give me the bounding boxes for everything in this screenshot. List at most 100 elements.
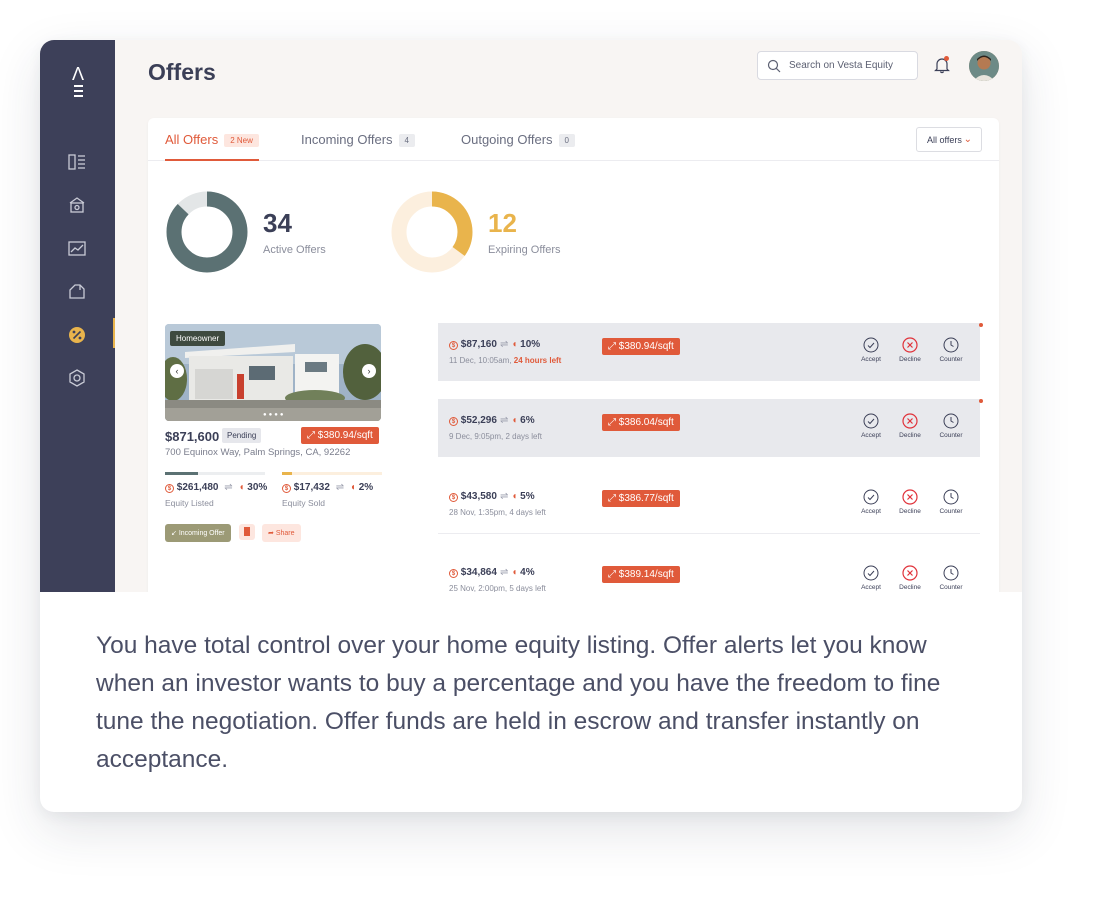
offer-date: 28 Nov, 1:35pm, 4 days left: [449, 508, 546, 517]
expand-icon: ⤢: [608, 493, 616, 504]
equity-listed-pct: 30%: [247, 482, 268, 493]
tab-label: Incoming Offers: [301, 132, 393, 147]
equity-listed-bar: [165, 472, 265, 475]
decline-icon: [895, 337, 925, 353]
share-button[interactable]: ➦ Share: [262, 524, 301, 542]
dashboard-icon[interactable]: [67, 152, 87, 172]
exchange-icon: ⇌: [499, 491, 509, 502]
search-input[interactable]: Search on Vesta Equity: [757, 51, 918, 80]
decline-label: Decline: [899, 356, 921, 363]
counter-icon: [936, 489, 966, 505]
decline-label: Decline: [899, 432, 921, 439]
pie-percent-icon: ◖: [511, 491, 518, 502]
sqft-value: $380.94/sqft: [317, 430, 373, 441]
decline-button[interactable]: Decline: [895, 489, 925, 515]
search-icon: [767, 59, 781, 73]
counter-icon: [936, 337, 966, 353]
offer-date: 11 Dec, 10:05am,: [449, 356, 514, 365]
offers-filter-dropdown[interactable]: All offers ⌄: [916, 127, 982, 152]
active-offers-count: 34: [263, 208, 292, 238]
offer-date-line: 25 Nov, 2:00pm, 5 days left: [449, 584, 546, 592]
offer-row[interactable]: $ $43,580 ⇌ ◖ 5% 28 Nov, 1:35pm, 4 days lef…: [438, 475, 980, 534]
accept-label: Accept: [861, 584, 881, 591]
incoming-offer-label: Incoming Offer: [178, 530, 225, 537]
arrow-down-left-icon: ↙: [171, 530, 177, 537]
property-sqft-tag: ⤢ $380.94/sqft: [301, 427, 379, 444]
user-avatar[interactable]: [969, 51, 999, 81]
chart-icon[interactable]: [67, 238, 87, 258]
new-offer-dot: [979, 399, 983, 403]
percent-icon[interactable]: [67, 325, 87, 345]
offer-sqft-tag: ⤢ $386.77/sqft: [602, 490, 680, 507]
settings-icon[interactable]: [67, 368, 87, 388]
expand-icon: ⤢: [608, 341, 616, 352]
pie-percent-icon: ◖: [349, 482, 356, 493]
filter-label: All offers: [927, 135, 962, 145]
status-badge: Pending: [222, 428, 262, 443]
equity-sold-amount: $17,432: [293, 482, 330, 493]
incoming-offer-button[interactable]: ↙ Incoming Offer: [165, 524, 231, 542]
bookmark-button[interactable]: [239, 524, 255, 540]
equity-listed-amount: $261,480: [176, 482, 219, 493]
offer-row[interactable]: $ $34,864 ⇌ ◖ 4% 25 Nov, 2:00pm, 5 days lef…: [438, 551, 980, 592]
carousel-dots[interactable]: ●●●●: [263, 412, 286, 418]
offer-sqft-value: $380.94/sqft: [618, 341, 674, 352]
accept-label: Accept: [861, 508, 881, 515]
counter-button[interactable]: Counter: [936, 413, 966, 439]
home-icon[interactable]: [67, 195, 87, 215]
accept-button[interactable]: Accept: [856, 565, 886, 591]
decline-button[interactable]: Decline: [895, 565, 925, 591]
decline-label: Decline: [899, 508, 921, 515]
tab-incoming-offers[interactable]: Incoming Offers 4: [301, 132, 415, 161]
offer-date-line: 9 Dec, 9:05pm, 2 days left: [449, 432, 542, 441]
counter-button[interactable]: Counter: [936, 489, 966, 515]
active-offers-ring: [166, 191, 248, 273]
prev-photo-button[interactable]: ‹: [170, 364, 184, 378]
decline-button[interactable]: Decline: [895, 413, 925, 439]
offer-amount-line: $ $43,580 ⇌ ◖ 5%: [449, 491, 535, 502]
dollar-coin-icon: $: [165, 484, 174, 493]
offer-sqft-value: $386.77/sqft: [618, 493, 674, 504]
offer-amount-line: $ $87,160 ⇌ ◖ 10%: [449, 339, 540, 350]
active-nav-marker: [113, 318, 115, 348]
offer-row[interactable]: $ $52,296 ⇌ ◖ 6% 9 Dec, 9:05pm, 2 days left…: [438, 399, 983, 457]
counter-label: Counter: [939, 584, 963, 591]
decline-icon: [895, 489, 925, 505]
tab-outgoing-offers[interactable]: Outgoing Offers 0: [461, 132, 575, 161]
exchange-icon: ⇌: [499, 567, 509, 578]
next-photo-button[interactable]: ›: [362, 364, 376, 378]
offer-date: 25 Nov, 2:00pm, 5 days left: [449, 584, 546, 592]
equity-sold-label: Equity Sold: [282, 498, 325, 508]
accept-icon: [856, 565, 886, 581]
offer-amount: $34,864: [460, 567, 497, 578]
offer-date: 9 Dec, 9:05pm, 2 days left: [449, 432, 542, 441]
decline-button[interactable]: Decline: [895, 337, 925, 363]
accept-button[interactable]: Accept: [856, 413, 886, 439]
accept-button[interactable]: Accept: [856, 489, 886, 515]
new-offer-dot: [979, 323, 983, 327]
counter-button[interactable]: Counter: [936, 337, 966, 363]
dollar-coin-icon: $: [449, 493, 458, 502]
counter-label: Counter: [939, 432, 963, 439]
property-photo[interactable]: Homeowner ‹ › ●●●●: [165, 324, 381, 421]
pie-percent-icon: ◖: [511, 567, 518, 578]
tab-all-offers[interactable]: All Offers 2 New: [165, 132, 259, 161]
decline-icon: [895, 565, 925, 581]
house-icon[interactable]: [67, 281, 87, 301]
equity-sold-bar: [282, 472, 382, 475]
tab-label: Outgoing Offers: [461, 132, 553, 147]
equity-listed-values: $ $261,480 ⇌ ◖ 30%: [165, 482, 267, 493]
offer-time-left: 24 hours left: [513, 356, 562, 365]
offer-percent: 4%: [520, 567, 535, 578]
offer-sqft-value: $389.14/sqft: [618, 569, 674, 580]
counter-button[interactable]: Counter: [936, 565, 966, 591]
counter-icon: [936, 565, 966, 581]
tab-badge: 2 New: [224, 134, 259, 147]
app-screenshot: Λ Offers Search on Vesta Equity All Offe…: [40, 40, 1022, 592]
share-icon: ➦: [268, 530, 274, 537]
dollar-coin-icon: $: [449, 417, 458, 426]
equity-sold-pct: 2%: [358, 482, 374, 493]
offer-row[interactable]: $ $87,160 ⇌ ◖ 10% 11 Dec, 10:05am, 24 hours…: [438, 323, 983, 381]
pie-percent-icon: ◖: [511, 339, 518, 350]
accept-button[interactable]: Accept: [856, 337, 886, 363]
